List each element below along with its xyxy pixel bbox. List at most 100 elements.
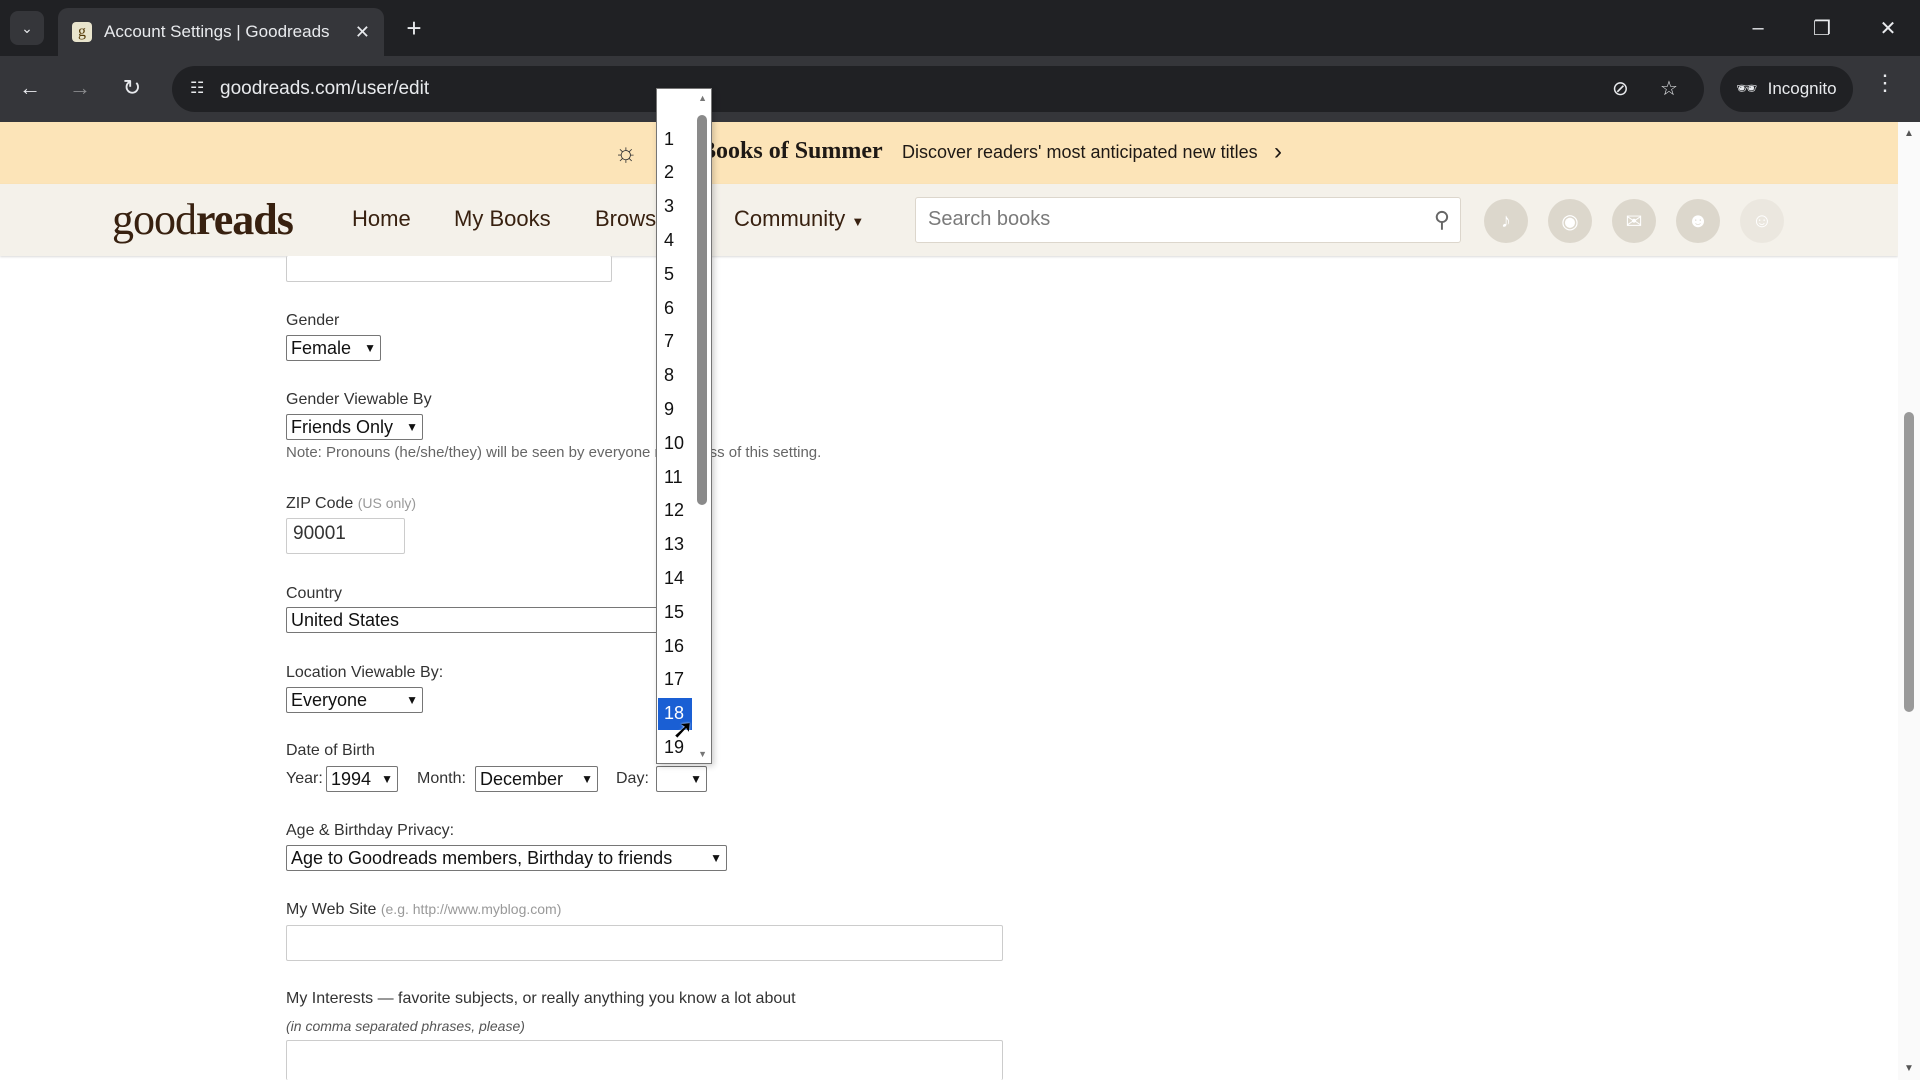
star-bookmark-icon[interactable]: ☆	[1660, 76, 1678, 101]
reload-button[interactable]: ↻	[114, 70, 150, 106]
notifications-bell-icon[interactable]: ♪	[1484, 199, 1528, 243]
day-option[interactable]: 6	[658, 292, 692, 324]
back-button[interactable]: ←	[12, 70, 48, 106]
day-option[interactable]: 10	[658, 427, 692, 459]
browser-menu-icon[interactable]: ⋮	[1874, 70, 1896, 96]
close-window-button[interactable]: ✕	[1866, 10, 1910, 46]
profile-avatar-icon[interactable]: ☺	[1740, 199, 1784, 243]
year-select[interactable]: 1994 ▼	[326, 766, 398, 792]
day-option[interactable]: 12	[658, 495, 692, 527]
sun-book-icon: ☼	[614, 137, 638, 167]
website-input[interactable]	[286, 925, 1003, 961]
privacy-select[interactable]: Age to Goodreads members, Birthday to fr…	[286, 845, 727, 871]
day-option[interactable]: 4	[658, 224, 692, 256]
page-scroll-thumb[interactable]	[1904, 412, 1914, 712]
country-label: Country	[286, 585, 343, 602]
day-option[interactable]: 8	[658, 360, 692, 392]
chevron-down-icon: ▼	[406, 693, 418, 707]
incognito-label: Incognito	[1767, 79, 1837, 98]
site-header: goodreads Home My Books Browse Community…	[0, 184, 1898, 256]
page-scroll-down-icon[interactable]: ▼	[1904, 1063, 1914, 1074]
chevron-down-icon: ▼	[406, 420, 418, 434]
page-scrollbar[interactable]: ▲ ▼	[1898, 122, 1920, 1080]
search-icon[interactable]: ⚲	[1434, 207, 1450, 233]
friends-icon[interactable]: ☻	[1676, 199, 1720, 243]
minimize-button[interactable]: –	[1736, 10, 1780, 46]
goodreads-logo[interactable]: goodreads	[112, 194, 294, 245]
dropdown-scroll-thumb[interactable]	[697, 115, 707, 505]
tab-list-button[interactable]: ⌄	[10, 11, 44, 45]
zip-input[interactable]: 90001	[286, 518, 405, 554]
day-option[interactable]: 7	[658, 326, 692, 358]
website-label: My Web Site (e.g. http://www.myblog.com)	[286, 901, 562, 918]
promo-text[interactable]: Discover readers' most anticipated new t…	[902, 142, 1258, 163]
location-viewable-select[interactable]: Everyone ▼	[286, 687, 423, 713]
browser-tab-bar: ⌄ g Account Settings | Goodreads ✕ + – ❐…	[0, 0, 1920, 56]
chevron-down-icon: ▼	[690, 772, 702, 786]
chevron-down-icon: ▼	[581, 772, 593, 786]
day-option[interactable]: 9	[658, 393, 692, 425]
dropdown-scrollbar[interactable]: ▲ ▼	[693, 89, 711, 763]
site-info-icon[interactable]: ☷	[190, 78, 204, 98]
nav-home[interactable]: Home	[352, 206, 411, 232]
privacy-label: Age & Birthday Privacy:	[286, 822, 455, 839]
day-option[interactable]: 3	[658, 191, 692, 223]
chevron-down-icon: ▼	[710, 851, 722, 865]
day-dropdown-list[interactable]: 1 2 3 4 5 6 7 8 9 10 11 12 13 14 15 16 17 18 19 ▲ ▼	[656, 88, 712, 764]
partial-text-field[interactable]	[286, 256, 612, 282]
page-scroll-up-icon[interactable]: ▲	[1904, 128, 1914, 139]
gender-viewable-select[interactable]: Friends Only ▼	[286, 414, 423, 440]
day-option[interactable]: 15	[658, 596, 692, 628]
gender-select[interactable]: Female ▼	[286, 335, 381, 361]
day-select[interactable]: ▼	[656, 766, 707, 792]
dob-label: Date of Birth	[286, 742, 375, 759]
day-option[interactable]: 14	[658, 562, 692, 594]
pronoun-note: Note: Pronouns (he/she/they) will be see…	[286, 444, 822, 461]
tab-title: Account Settings | Goodreads	[104, 22, 330, 41]
gender-label: Gender	[286, 312, 340, 329]
promo-title[interactable]: Books of Summer	[700, 138, 883, 165]
browser-toolbar: ← → ↻ ☷ goodreads.com/user/edit ⊘ ☆ 🕶 In…	[0, 56, 1920, 122]
year-label: Year:	[286, 770, 323, 787]
chevron-down-icon: ▼	[364, 341, 376, 355]
promo-banner[interactable]: ☼ Books of Summer Discover readers' most…	[0, 122, 1898, 184]
forward-button[interactable]: →	[62, 70, 98, 106]
day-option[interactable]: 13	[658, 529, 692, 561]
new-tab-button[interactable]: +	[398, 12, 430, 44]
incognito-indicator[interactable]: 🕶 Incognito	[1720, 66, 1853, 112]
nav-community[interactable]: Community ▼	[734, 206, 864, 232]
search-box: ⚲	[915, 197, 1461, 243]
zip-label: ZIP Code (US only)	[286, 495, 417, 512]
day-option[interactable]: 11	[658, 461, 692, 493]
country-select[interactable]: United States	[286, 607, 666, 633]
scroll-down-arrow-icon[interactable]: ▼	[698, 749, 707, 759]
messages-icon[interactable]: ✉	[1612, 199, 1656, 243]
search-input[interactable]	[928, 208, 1408, 231]
gender-viewable-label: Gender Viewable By	[286, 391, 432, 408]
interests-input[interactable]	[286, 1040, 1003, 1080]
browser-tab[interactable]: g Account Settings | Goodreads ✕	[58, 8, 384, 56]
scroll-up-arrow-icon[interactable]: ▲	[698, 93, 707, 103]
day-option[interactable]: 5	[658, 258, 692, 290]
day-option[interactable]: 2	[658, 157, 692, 189]
month-select[interactable]: December ▼	[475, 766, 598, 792]
restore-button[interactable]: ❐	[1800, 10, 1844, 46]
day-option[interactable]: 16	[658, 630, 692, 662]
close-tab-icon[interactable]: ✕	[355, 22, 370, 43]
interests-hint: (in comma separated phrases, please)	[286, 1018, 525, 1034]
goodreads-favicon-icon: g	[72, 22, 92, 42]
url-text[interactable]: goodreads.com/user/edit	[220, 78, 429, 100]
chevron-right-icon[interactable]: ›	[1274, 138, 1282, 166]
day-label: Day:	[616, 770, 649, 787]
website-hint: (e.g. http://www.myblog.com)	[380, 901, 562, 917]
eye-off-icon[interactable]: ⊘	[1612, 76, 1629, 101]
day-option[interactable]: 17	[658, 664, 692, 696]
interests-label: My Interests — favorite subjects, or rea…	[286, 990, 796, 1007]
address-bar[interactable]: ☷ goodreads.com/user/edit ⊘ ☆	[172, 66, 1704, 112]
discussions-icon[interactable]: ◉	[1548, 199, 1592, 243]
chevron-down-icon: ▼	[381, 772, 393, 786]
day-option[interactable]: 1	[658, 123, 692, 155]
nav-my-books[interactable]: My Books	[454, 206, 551, 232]
incognito-icon: 🕶	[1736, 79, 1758, 98]
caret-down-icon: ▼	[851, 214, 865, 229]
